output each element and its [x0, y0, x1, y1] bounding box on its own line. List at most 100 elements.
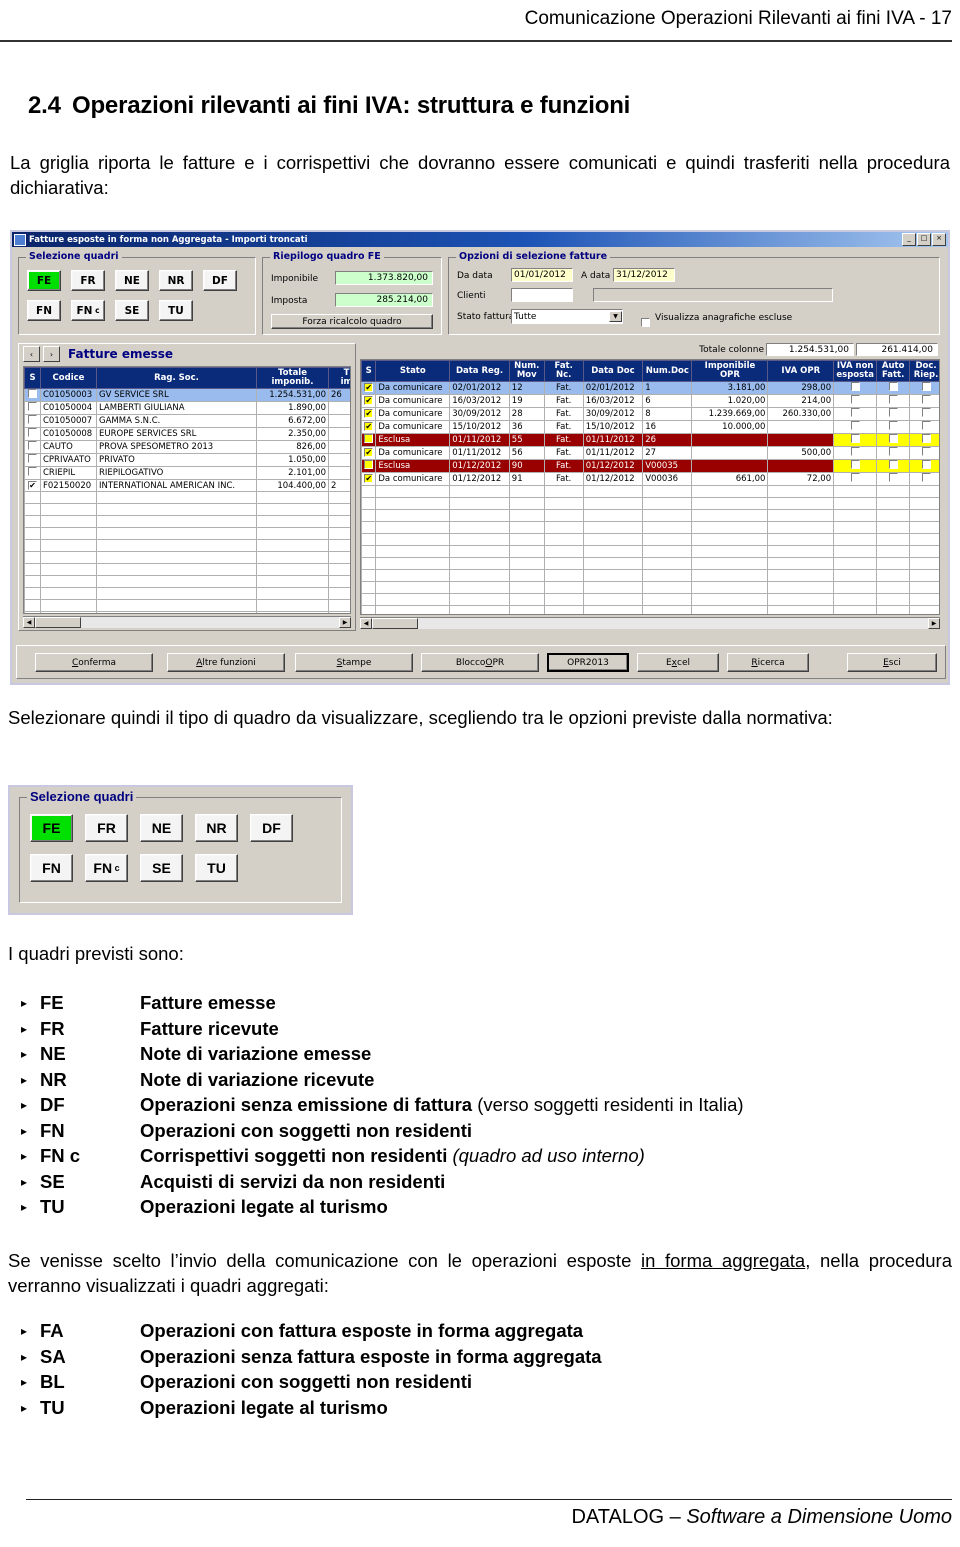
table-row-empty[interactable] [24, 527, 350, 540]
table-row-empty[interactable] [24, 539, 350, 552]
table-row[interactable]: ✔ F02150020 INTERNATIONAL AMERICAN INC. 104… [24, 479, 350, 492]
table-row-empty[interactable] [361, 533, 939, 546]
row-select-checkbox[interactable]: ✔ [361, 446, 377, 460]
right-grid-col-3[interactable]: Num. Mov [508, 360, 545, 382]
table-row-empty[interactable] [361, 569, 939, 582]
cell-iva-non-esposta[interactable] [833, 381, 878, 395]
quad2-button-nr[interactable]: NR [195, 814, 238, 842]
esci-button[interactable]: Esci [847, 653, 937, 672]
table-row[interactable]: C01050008 EUROPE SERVICES SRL 2.350,00 [24, 427, 350, 441]
row-select-checkbox[interactable] [24, 388, 41, 402]
right-grid-col-9[interactable]: IVA non esposta [833, 360, 878, 382]
visualizza-anagrafiche-checkbox[interactable] [641, 312, 650, 331]
left-grid-col-0[interactable]: S [24, 367, 41, 389]
right-grid-col-7[interactable]: Imponibile OPR [691, 360, 769, 382]
table-row[interactable]: ✔ Da comunicare 01/12/2012 91 Fat. 01/12/2012… [361, 472, 939, 486]
scroll-right-icon[interactable]: ▶ [339, 617, 351, 628]
quad2-button-fnc[interactable]: FN c [85, 854, 128, 882]
table-row-empty[interactable] [361, 509, 939, 522]
table-row-empty[interactable] [24, 611, 350, 613]
table-row[interactable]: ✔ Da comunicare 15/10/2012 36 Fat. 15/10/2012… [361, 420, 939, 434]
table-row[interactable]: C01050007 GAMMA S.N.C. 6.672,00 [24, 414, 350, 428]
cell-iva-non-esposta[interactable] [833, 407, 878, 421]
right-grid-col-8[interactable]: IVA OPR [767, 360, 835, 382]
stampe-button[interactable]: Stampe [295, 653, 413, 672]
row-select-checkbox[interactable]: ✔ [361, 394, 377, 408]
left-grid-col-1[interactable]: Codice [40, 367, 97, 389]
right-grid-col-0[interactable]: S [361, 360, 377, 382]
cell-auto-fatt[interactable] [876, 381, 911, 395]
next-arrow-icon[interactable]: › [43, 346, 60, 362]
table-row-empty[interactable] [24, 491, 350, 504]
cell-doc-riep[interactable] [909, 459, 939, 473]
table-row-empty[interactable] [24, 587, 350, 600]
right-grid-hscrollbar[interactable]: ◀ ▶ [360, 617, 940, 629]
chevron-down-icon[interactable]: ▼ [609, 311, 622, 322]
cell-iva-non-esposta[interactable] [833, 472, 878, 486]
row-select-checkbox[interactable]: ✔ [361, 381, 377, 395]
quad2-button-fe[interactable]: FE [30, 814, 73, 842]
quad2-button-df[interactable]: DF [250, 814, 293, 842]
stato-fattura-select[interactable]: Tutte ▼ [511, 309, 623, 324]
quad-button-df[interactable]: DF [203, 270, 237, 291]
row-select-checkbox[interactable] [24, 401, 41, 415]
cell-iva-non-esposta[interactable] [833, 446, 878, 460]
table-row[interactable]: ✔ Da comunicare 16/03/2012 19 Fat. 16/03/2012… [361, 394, 939, 408]
quad-button-fe[interactable]: FE [27, 270, 61, 291]
cell-doc-riep[interactable] [909, 420, 939, 434]
quad-button-tu[interactable]: TU [159, 300, 193, 321]
scroll-left-icon[interactable]: ◀ [23, 617, 35, 628]
quad-button-fn[interactable]: FN [27, 300, 61, 321]
forza-ricalcolo-button[interactable]: Forza ricalcolo quadro [271, 314, 433, 329]
left-grid-hscrollbar[interactable]: ◀ ▶ [23, 616, 351, 628]
row-select-checkbox[interactable]: ✔ [361, 420, 377, 434]
prev-arrow-icon[interactable]: ‹ [23, 346, 40, 362]
quad2-button-se[interactable]: SE [140, 854, 183, 882]
ricerca-button[interactable]: Ricerca [727, 653, 809, 672]
quad2-button-fr[interactable]: FR [85, 814, 128, 842]
table-row-empty[interactable] [24, 503, 350, 516]
table-row-empty[interactable] [361, 521, 939, 534]
right-grid-col-1[interactable]: Stato [375, 360, 451, 382]
excel-button[interactable]: Ex cel [637, 653, 719, 672]
cell-auto-fatt[interactable] [876, 433, 911, 447]
table-row[interactable]: ✔ Da comunicare 01/11/2012 56 Fat. 01/11/2012… [361, 446, 939, 460]
table-row-empty[interactable] [361, 605, 939, 614]
row-select-checkbox[interactable]: ✔ [24, 479, 41, 492]
maximize-icon[interactable]: □ [917, 233, 931, 246]
table-row-empty[interactable] [361, 485, 939, 498]
right-grid-col-2[interactable]: Data Reg. [449, 360, 510, 382]
left-grid-col-3[interactable]: Totale imponib. [256, 367, 329, 389]
cell-doc-riep[interactable] [909, 407, 939, 421]
table-row-empty[interactable] [24, 551, 350, 564]
right-grid-table[interactable]: S Stato Data Reg. Num. Mov Fat. Nc. Data Doc Nu… [361, 360, 939, 614]
minimize-icon[interactable]: _ [902, 233, 916, 246]
quad2-button-tu[interactable]: TU [195, 854, 238, 882]
cell-auto-fatt[interactable] [876, 420, 911, 434]
cell-auto-fatt[interactable] [876, 472, 911, 486]
row-select-checkbox[interactable] [24, 440, 41, 454]
table-row[interactable]: CRIEPIL RIEPILOGATIVO 2.101,00 [24, 466, 350, 480]
table-row[interactable]: ✔ Da comunicare 02/01/2012 12 Fat. 02/01/2012… [361, 381, 939, 395]
left-grid-col-2[interactable]: Rag. Soc. [96, 367, 257, 389]
quad-button-nr[interactable]: NR [159, 270, 193, 291]
table-row[interactable]: Esclusa 01/11/2012 55 Fat. 01/11/2012 26 [361, 433, 939, 447]
da-data-input[interactable]: 01/01/2012 [511, 268, 573, 282]
row-select-checkbox[interactable]: ✔ [361, 472, 377, 486]
cell-doc-riep[interactable] [909, 472, 939, 486]
conferma-button[interactable]: Conferma [35, 653, 153, 672]
table-row-empty[interactable] [24, 515, 350, 528]
row-select-checkbox[interactable] [361, 459, 377, 473]
quad2-button-fn[interactable]: FN [30, 854, 73, 882]
cell-auto-fatt[interactable] [876, 407, 911, 421]
right-grid-col-4[interactable]: Fat. Nc. [543, 360, 584, 382]
scroll-thumb[interactable] [372, 618, 418, 629]
cell-iva-non-esposta[interactable] [833, 433, 878, 447]
left-grid-table[interactable]: SCodiceRag. Soc.Totaleimponib.Tim C01050… [24, 367, 350, 613]
right-grid-col-6[interactable]: Num.Doc [642, 360, 693, 382]
right-grid-col-10[interactable]: Auto Fatt. [876, 360, 911, 382]
cell-iva-non-esposta[interactable] [833, 420, 878, 434]
table-row-empty[interactable] [361, 593, 939, 606]
table-row-empty[interactable] [24, 599, 350, 612]
cell-auto-fatt[interactable] [876, 394, 911, 408]
